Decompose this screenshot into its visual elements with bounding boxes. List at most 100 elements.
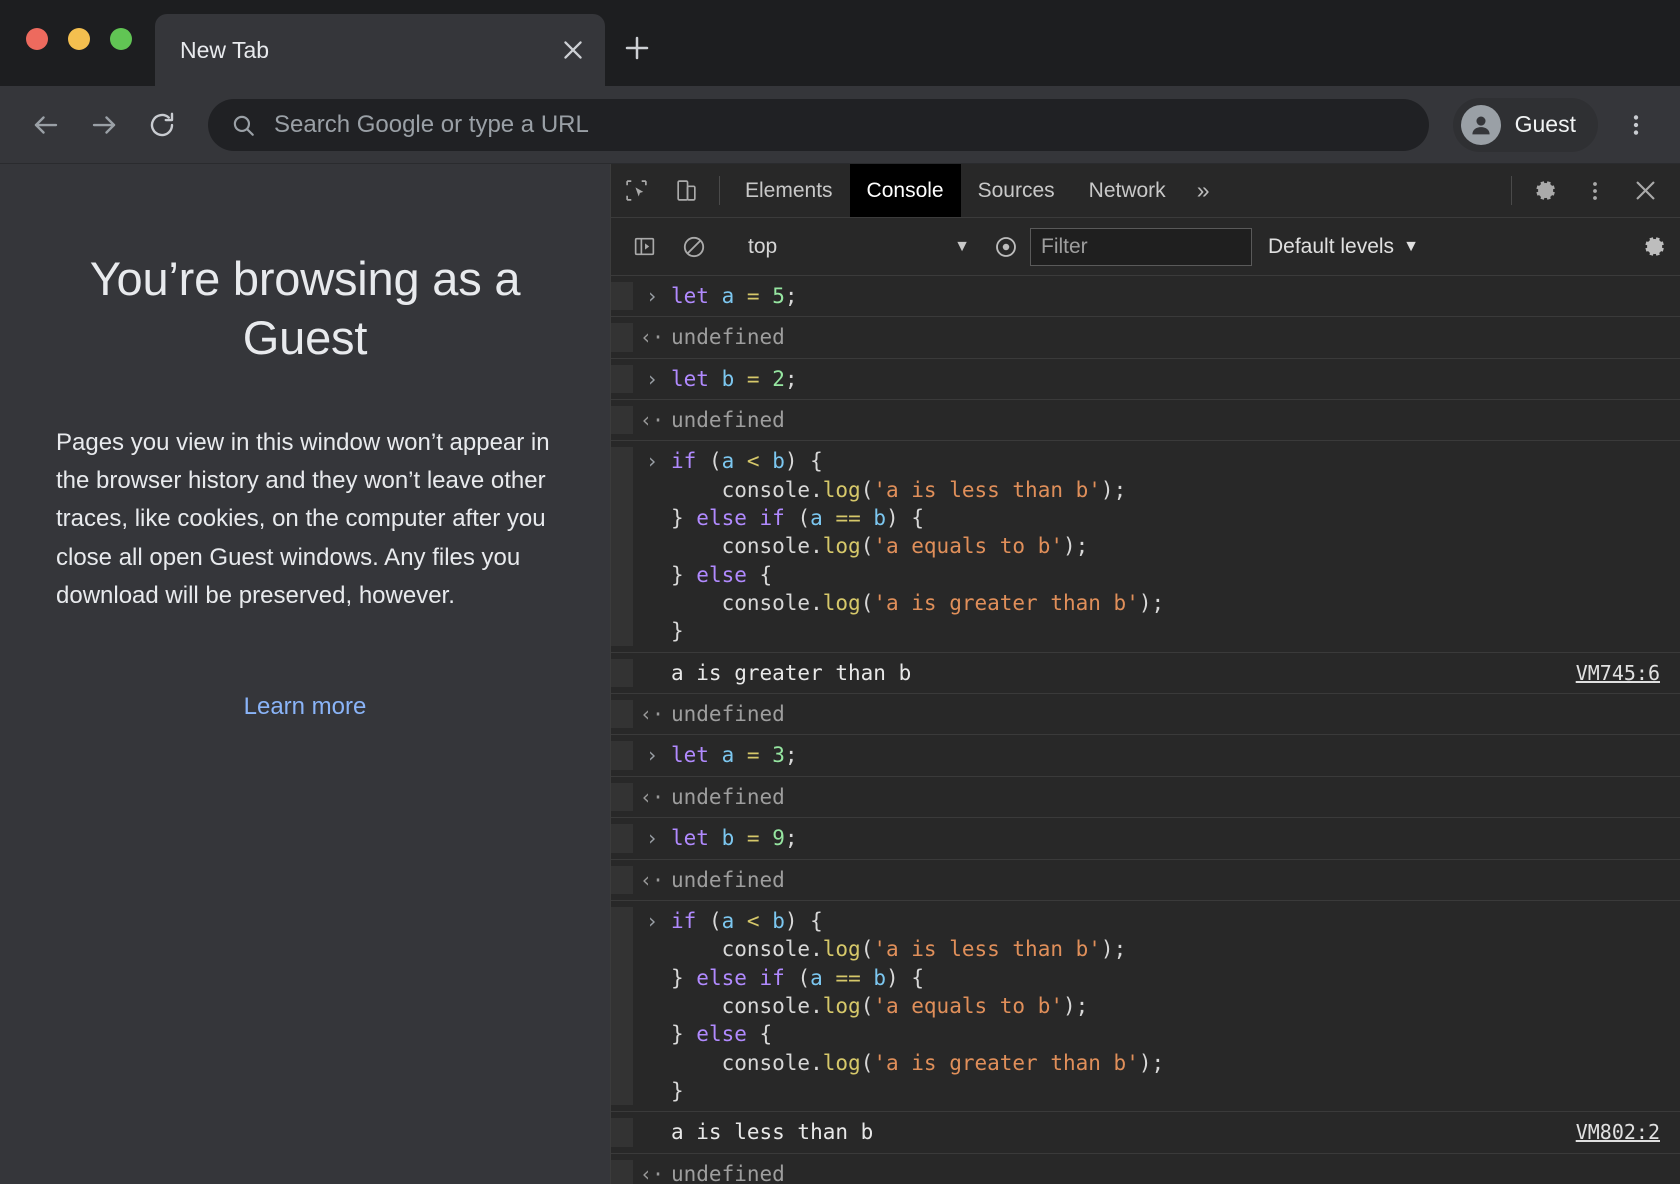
console-row-result[interactable]: ‹· undefined	[611, 777, 1680, 819]
tab-sources[interactable]: Sources	[961, 164, 1072, 217]
devtools-tab-bar: Elements Console Sources Network »	[611, 164, 1680, 218]
gear-icon[interactable]	[1628, 233, 1680, 260]
console-row-text: undefined	[671, 408, 785, 433]
tab-elements[interactable]: Elements	[728, 164, 850, 217]
console-row-gutter	[611, 865, 633, 894]
console-context-selector[interactable]: top ▼	[736, 227, 982, 267]
console-row-result[interactable]: ‹· undefined	[611, 1154, 1680, 1184]
kebab-menu-icon[interactable]	[1612, 101, 1660, 149]
console-row-input[interactable]: › let b = 9;	[611, 818, 1680, 860]
filter-input[interactable]	[1030, 227, 1252, 266]
console-row-text: let b = 2;	[671, 366, 798, 391]
console-source-link[interactable]: VM745:6	[1576, 661, 1660, 685]
console-row-text: undefined	[671, 867, 785, 892]
console-row-text: undefined	[671, 1161, 785, 1184]
console-row-result[interactable]: ‹· undefined	[611, 860, 1680, 901]
devtools-panel: Elements Console Sources Network » top ▼…	[610, 164, 1680, 1184]
prompt-caret-icon: ›	[645, 284, 659, 308]
console-row-result[interactable]: ‹· undefined	[611, 400, 1680, 442]
guest-page: You’re browsing as a Guest Pages you vie…	[0, 164, 610, 1184]
console-context-label: top	[748, 234, 778, 258]
console-row-text: if (a < b) { console.log('a is less than…	[671, 449, 1165, 644]
reload-icon[interactable]	[136, 99, 188, 151]
result-marker-icon: ‹·	[639, 325, 665, 350]
live-expression-icon[interactable]	[982, 234, 1030, 260]
gear-icon[interactable]	[1520, 164, 1570, 217]
console-row-text: undefined	[671, 784, 785, 809]
browser-toolbar: Search Google or type a URL Guest	[0, 86, 1680, 164]
search-icon	[230, 112, 256, 138]
close-icon[interactable]	[553, 30, 593, 70]
console-filter-bar: top ▼ Default levels ▼	[611, 218, 1680, 276]
log-levels-selector[interactable]: Default levels ▼	[1252, 235, 1435, 259]
console-row-gutter	[611, 323, 633, 352]
close-icon[interactable]	[1620, 164, 1670, 217]
console-row-gutter	[611, 364, 633, 394]
new-tab-button[interactable]	[615, 26, 659, 70]
result-marker-icon: ‹·	[639, 784, 665, 809]
console-row-text: undefined	[671, 702, 785, 727]
omnibox-placeholder-text: Search Google or type a URL	[274, 110, 589, 138]
tab-network[interactable]: Network	[1072, 164, 1183, 217]
console-row-gutter	[611, 741, 633, 770]
zoom-window-button[interactable]	[110, 28, 132, 50]
console-row-gutter	[611, 447, 633, 646]
console-row-text: if (a < b) { console.log('a is less than…	[671, 908, 1165, 1103]
console-row-input[interactable]: › let a = 3;	[611, 735, 1680, 777]
console-row-text: let a = 5;	[671, 284, 798, 308]
browser-tab[interactable]: New Tab	[155, 14, 605, 86]
prompt-caret-icon: ›	[645, 449, 659, 474]
console-row-gutter	[611, 700, 633, 729]
console-output[interactable]: › let a = 5; ‹· undefined › let b = 2; ‹· undef…	[611, 276, 1680, 1184]
prompt-caret-icon: ›	[645, 743, 659, 768]
show-console-sidebar-icon[interactable]	[619, 234, 669, 259]
device-toggle-icon[interactable]	[661, 164, 711, 217]
kebab-menu-icon[interactable]	[1570, 164, 1620, 217]
content-area: You’re browsing as a Guest Pages you vie…	[0, 164, 1680, 1184]
console-row-gutter	[611, 406, 633, 435]
tab-title: New Tab	[180, 36, 270, 63]
learn-more-link[interactable]: Learn more	[244, 693, 367, 720]
page-title: You’re browsing as a Guest	[89, 252, 521, 364]
console-row-input[interactable]: › let b = 2;	[611, 359, 1680, 401]
console-row-gutter	[611, 1159, 633, 1184]
window-traffic-lights	[26, 28, 132, 50]
console-source-link[interactable]: VM802:2	[1576, 1120, 1660, 1144]
log-levels-label: Default levels	[1268, 234, 1395, 258]
omnibox[interactable]: Search Google or type a URL	[208, 98, 1429, 151]
tab-console[interactable]: Console	[849, 164, 961, 217]
console-row-gutter	[611, 782, 633, 812]
close-window-button[interactable]	[26, 28, 48, 50]
console-row-result[interactable]: ‹· undefined	[611, 317, 1680, 359]
result-marker-icon: ‹·	[639, 702, 665, 727]
chevron-down-icon: ▼	[1403, 237, 1419, 255]
tab-strip: New Tab	[0, 0, 1680, 86]
minimize-window-button[interactable]	[68, 28, 90, 50]
console-row-input[interactable]: › let a = 5;	[611, 276, 1680, 318]
console-row-gutter	[611, 906, 633, 1106]
prompt-caret-icon: ›	[645, 366, 659, 391]
divider	[719, 176, 720, 205]
console-row-result[interactable]: ‹· undefined	[611, 694, 1680, 736]
result-marker-icon: ‹·	[639, 867, 665, 892]
cursor-inspect-icon[interactable]	[611, 164, 661, 217]
console-row-text: a is less than b	[671, 1120, 874, 1145]
console-row-input[interactable]: › if (a < b) { console.log('a is less tha…	[611, 901, 1680, 1113]
console-row-log[interactable]: a is less than b VM802:2	[611, 1112, 1680, 1154]
profile-button[interactable]: Guest	[1452, 97, 1598, 152]
result-marker-icon: ‹·	[639, 1161, 665, 1184]
chevron-double-right-icon[interactable]: »	[1183, 164, 1224, 217]
arrow-left-icon[interactable]	[20, 99, 72, 151]
console-row-gutter	[611, 824, 633, 853]
divider	[1511, 176, 1512, 205]
prompt-caret-icon: ›	[645, 826, 659, 851]
browser-window: New Tab Search Google or type a URL Gues…	[0, 0, 1680, 1184]
console-row-input[interactable]: › if (a < b) { console.log('a is less tha…	[611, 441, 1680, 653]
console-row-log[interactable]: a is greater than b VM745:6	[611, 652, 1680, 695]
console-row-text: let b = 9;	[671, 826, 798, 851]
arrow-right-icon[interactable]	[78, 99, 130, 151]
log-marker	[633, 659, 671, 661]
clear-console-icon[interactable]	[669, 234, 719, 260]
person-icon	[1460, 104, 1501, 145]
